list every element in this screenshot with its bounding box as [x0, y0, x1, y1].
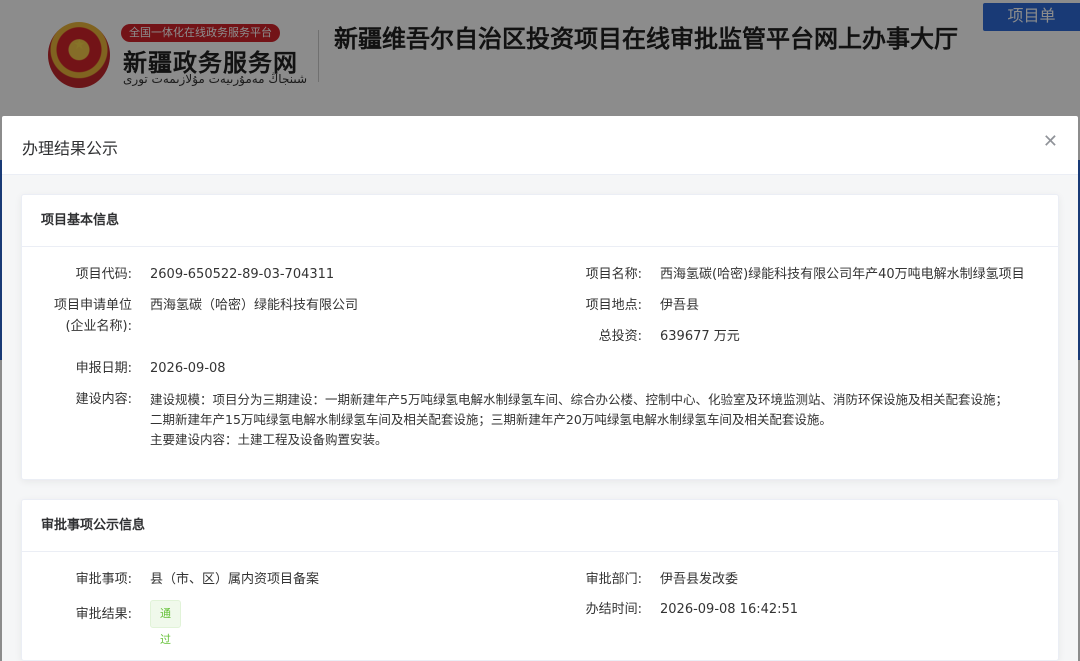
approval-info-card: 审批事项公示信息 审批事项: 县（市、区）属内资项目备案 审批部门: 伊吾县发改…: [21, 499, 1059, 661]
location-value: 伊吾县: [660, 298, 700, 313]
applicant-value: 西海氢碳（哈密）绿能科技有限公司: [150, 298, 359, 313]
declare-date-value: 2026-09-08: [150, 361, 226, 376]
project-name-value: 西海氢碳(哈密)绿能科技有限公司年产40万吨电解水制绿氢项目: [660, 267, 1025, 282]
dialog-title: 办理结果公示: [22, 139, 119, 158]
project-name-label: 项目名称:: [585, 267, 642, 282]
applicant-label-line1: 项目申请单位: [53, 298, 132, 313]
declare-date-label: 申报日期:: [75, 361, 132, 376]
dialog-body: 项目基本信息 项目代码: 2609-650522-89-03-704311 项目…: [2, 174, 1078, 661]
location-label: 项目地点:: [585, 298, 642, 313]
finish-time-value: 2026-09-08 16:42:51: [660, 602, 799, 617]
basic-info-card: 项目基本信息 项目代码: 2609-650522-89-03-704311 项目…: [21, 194, 1059, 480]
content-label: 建设内容:: [75, 392, 132, 407]
approval-result-wrap: 通过: [150, 600, 181, 650]
basic-info-title: 项目基本信息: [22, 195, 1058, 247]
approval-info-title: 审批事项公示信息: [22, 500, 1058, 552]
approval-item-label: 审批事项:: [75, 572, 132, 587]
approval-dept-value: 伊吾县发改委: [660, 572, 739, 587]
content-line-1: 建设规模：项目分为三期建设：一期新建年产5万吨绿氢电解水制绿氢车间、综合办公楼、…: [150, 392, 1008, 407]
status-badge: 通过: [150, 600, 181, 646]
project-code-label: 项目代码:: [75, 267, 132, 282]
approval-result-label: 审批结果:: [75, 607, 132, 622]
result-dialog: 办理结果公示 ✕ 项目基本信息 项目代码: 2609-650522-89-03-…: [2, 116, 1078, 661]
investment-value: 639677 万元: [660, 329, 740, 344]
finish-time-label: 办结时间:: [585, 602, 642, 617]
close-icon[interactable]: ✕: [1043, 131, 1058, 152]
investment-label: 总投资:: [598, 329, 642, 344]
applicant-label-line2: (企业名称):: [65, 319, 132, 334]
content-line-2: 二期新建年产15万吨绿氢电解水制绿氢车间及相关配套设施；三期新建年产20万吨绿氢…: [150, 412, 832, 427]
project-code-value: 2609-650522-89-03-704311: [150, 267, 335, 282]
content-line-3: 主要建设内容：土建工程及设备购置安装。: [150, 432, 388, 447]
approval-item-value: 县（市、区）属内资项目备案: [150, 572, 320, 587]
approval-dept-label: 审批部门:: [585, 572, 642, 587]
